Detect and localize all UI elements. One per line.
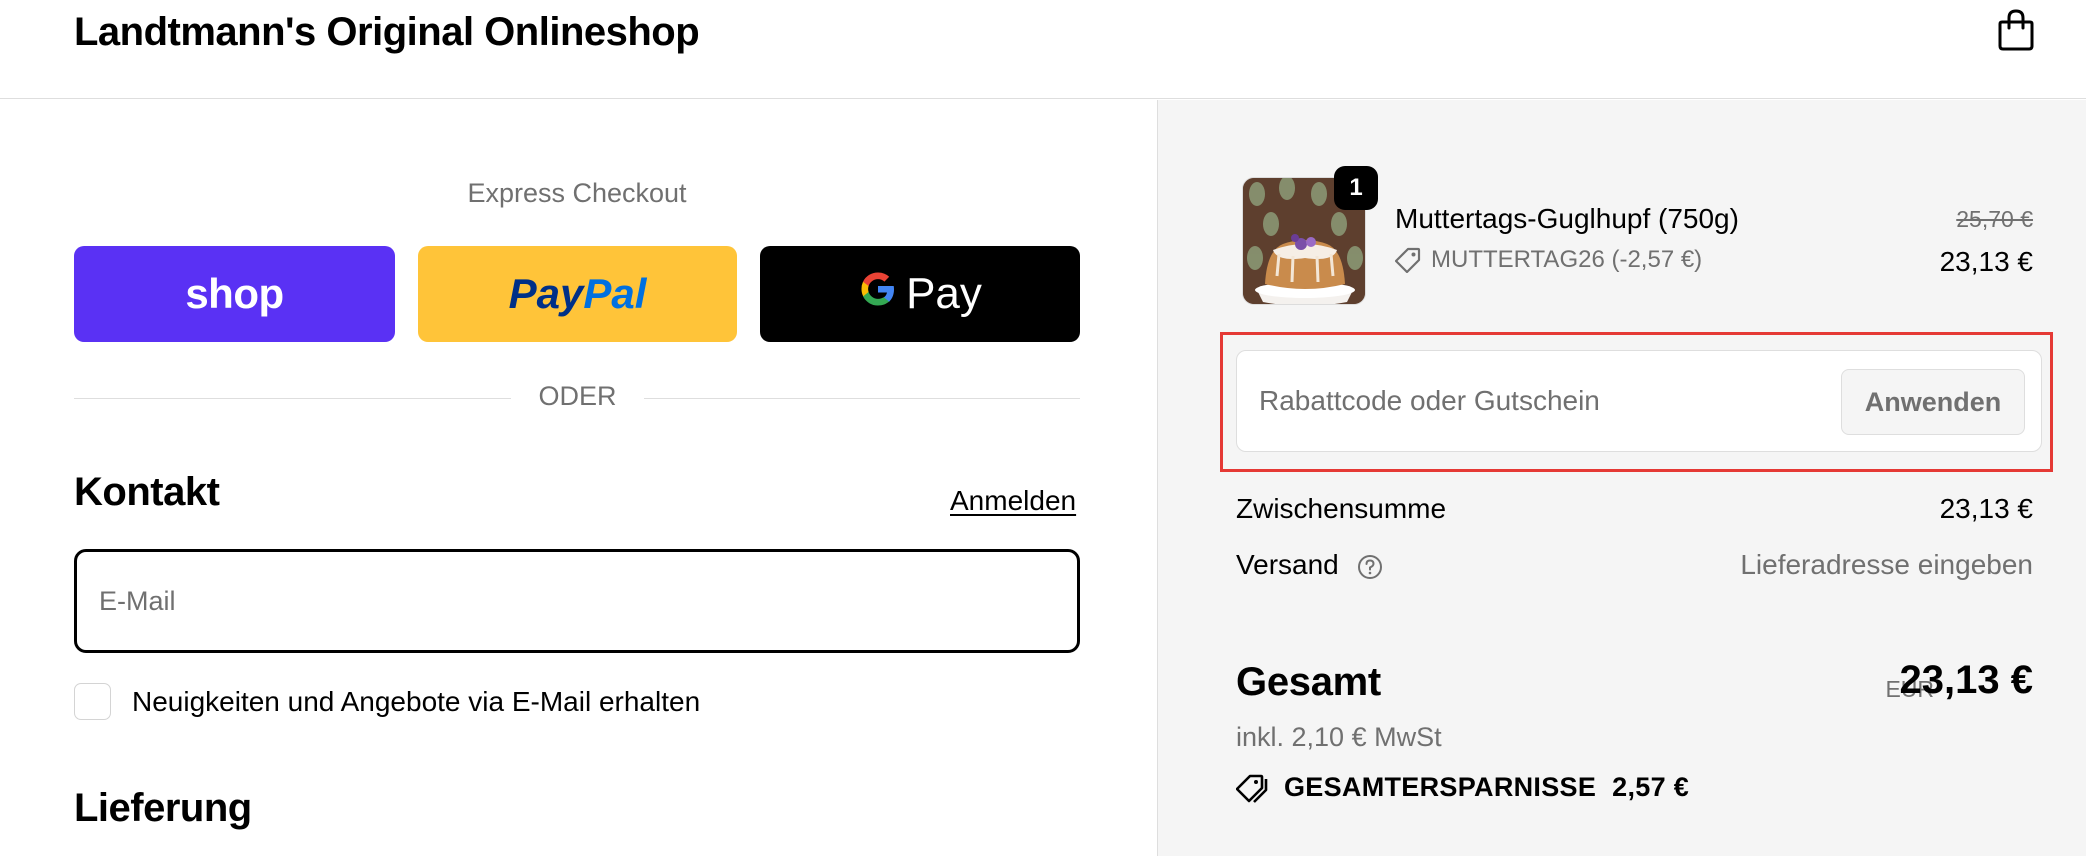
delivery-heading: Lieferung [74,786,252,830]
newsletter-checkbox[interactable] [74,683,111,720]
divider-text: ODER [538,381,617,411]
shop-title[interactable]: Landtmann's Original Onlineshop [74,4,700,60]
paypal-button[interactable]: PayPal [418,246,737,342]
tag-icon [1395,247,1421,273]
newsletter-label[interactable]: Neuigkeiten und Angebote via E-Mail erha… [132,686,700,718]
divider-line-right [644,398,1080,399]
discount-code-field: Anwenden [1236,350,2042,452]
quantity-badge: 1 [1334,166,1378,210]
login-link[interactable]: Anmelden [950,485,1076,517]
express-checkout-label: Express Checkout [467,178,687,208]
email-field[interactable] [74,549,1080,653]
oder-divider: ODER [74,381,1080,415]
discounted-price: 23,13 € [1939,246,2033,277]
product-name: Muttertags-Guglhupf (750g) [1395,203,1739,234]
shopping-bag-icon [1996,8,2036,57]
total-value: 23,13 € [1899,658,2033,702]
discount-code-input[interactable] [1259,351,1819,451]
order-summary: 1 Muttertags-Guglhupf (750g) MUTTERTAG26… [1157,100,2086,856]
shipping-label-row: Versand [1236,549,1383,581]
shop-pay-logo: shop [185,270,284,317]
subtotal-value: 23,13 € [1939,493,2033,524]
newsletter-option: Neuigkeiten und Angebote via E-Mail erha… [74,683,700,720]
tags-icon [1236,773,1270,803]
question-circle-icon[interactable] [1357,554,1383,580]
google-pay-label: Pay [906,269,982,318]
paypal-logo: PayPal [508,270,647,317]
google-pay-button[interactable]: Pay [760,246,1080,342]
applied-discount: MUTTERTAG26 (-2,57 €) [1395,246,1702,274]
total-savings: GESAMTERSPARNISSE 2,57 € [1236,772,1689,803]
apply-discount-button[interactable]: Anwenden [1841,369,2025,435]
savings-value: 2,57 € [1612,772,1690,802]
tax-info: inkl. 2,10 € MwSt [1236,722,1442,752]
total-label: Gesamt [1236,660,1381,704]
cart-button[interactable] [1992,6,2040,58]
savings-label: GESAMTERSPARNISSE [1284,772,1597,802]
shipping-value: Lieferadresse eingeben [1740,549,2033,580]
divider-line-left [74,398,511,399]
checkout-main: Express Checkout shop PayPal Pay ODER Ko… [0,100,1157,856]
header: Landtmann's Original Onlineshop [0,0,2086,99]
contact-heading: Kontakt [74,470,220,514]
subtotal-label: Zwischensumme [1236,493,1447,524]
google-g-icon [858,269,898,320]
shipping-label: Versand [1236,549,1339,580]
discount-code-label: MUTTERTAG26 (-2,57 €) [1431,246,1703,273]
original-price: 25,70 € [1956,206,2033,232]
shop-pay-button[interactable]: shop [74,246,395,342]
